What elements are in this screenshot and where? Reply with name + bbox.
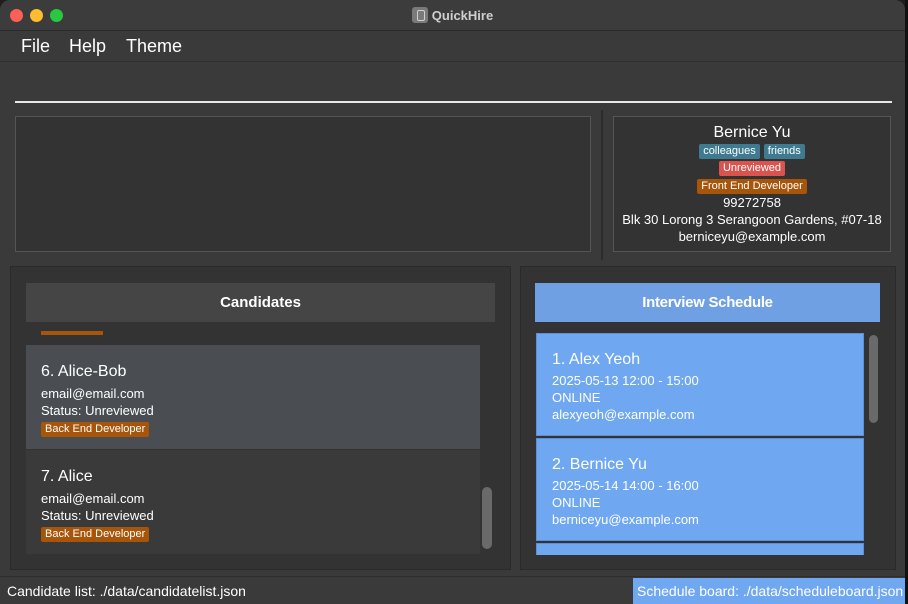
status-badge: Unreviewed — [718, 161, 786, 176]
tag-friends: friends — [763, 144, 805, 159]
schedule-scrollbar[interactable] — [869, 335, 878, 423]
status-bar: Candidate list: ./data/candidatelist.jso… — [0, 576, 905, 604]
detail-status-row: Unreviewed — [614, 160, 890, 176]
previous-job-badge — [41, 331, 103, 335]
schedule-email: alexyeoh@example.com — [552, 407, 695, 422]
result-display — [15, 116, 591, 252]
candidate-name: 7. Alice — [41, 468, 93, 485]
list-item[interactable]: 2. Bernice Yu 2025-05-14 14:00 - 16:00 O… — [536, 438, 864, 541]
tag-colleagues: colleagues — [699, 144, 760, 159]
menu-theme[interactable]: Theme — [126, 36, 182, 57]
candidate-status: Status: Unreviewed — [41, 508, 154, 523]
command-area — [0, 62, 905, 110]
candidate-email: email@email.com — [41, 491, 145, 506]
window-title: QuickHire — [431, 8, 494, 23]
window-title-wrap: QuickHire — [0, 7, 905, 23]
schedule-header: Interview Schedule — [535, 283, 880, 322]
detail-phone: 99272758 — [723, 195, 781, 210]
app-window: QuickHire File Help Theme Bernice Yu col… — [0, 0, 905, 604]
detail-address: Blk 30 Lorong 3 Serangoon Gardens, #07-1… — [622, 212, 882, 227]
candidate-file-path: Candidate list: ./data/candidatelist.jso… — [7, 583, 246, 599]
list-item[interactable]: 6. Alice-Bob email@email.com Status: Unr… — [26, 345, 480, 449]
detail-job-row: Front End Developer — [614, 178, 890, 194]
detail-tags: colleagues friends — [614, 143, 890, 159]
app-icon — [411, 7, 428, 23]
candidate-email: email@email.com — [41, 386, 145, 401]
list-item[interactable]: 7. Alice email@email.com Status: Unrevie… — [26, 450, 480, 554]
candidate-job-badge: Back End Developer — [41, 527, 150, 542]
detail-email: berniceyu@example.com — [678, 229, 826, 244]
candidate-name: 6. Alice-Bob — [41, 363, 127, 380]
job-badge: Front End Developer — [697, 179, 807, 194]
candidate-detail-panel: Bernice Yu colleagues friends Unreviewed … — [613, 116, 891, 252]
split-divider[interactable] — [601, 110, 603, 260]
schedule-name: 1. Alex Yeoh — [552, 351, 641, 368]
detail-name: Bernice Yu — [713, 124, 791, 141]
list-item[interactable] — [536, 543, 864, 555]
schedule-datetime: 2025-05-13 12:00 - 15:00 — [552, 373, 699, 388]
candidate-status: Status: Unreviewed — [41, 403, 154, 418]
schedule-file-path: Schedule board: ./data/scheduleboard.jso… — [633, 578, 905, 604]
menu-bar: File Help Theme — [0, 31, 905, 62]
candidate-scrollbar[interactable] — [482, 487, 492, 549]
schedule-name: 2. Bernice Yu — [552, 456, 647, 473]
list-item[interactable]: 1. Alex Yeoh 2025-05-13 12:00 - 15:00 ON… — [536, 333, 864, 436]
schedule-mode: ONLINE — [552, 390, 601, 405]
candidate-job-badge: Back End Developer — [41, 422, 150, 437]
title-bar: QuickHire — [0, 0, 905, 31]
schedule-panel: Interview Schedule 1. Alex Yeoh 2025-05-… — [520, 266, 896, 570]
schedule-mode: ONLINE — [552, 495, 601, 510]
menu-file[interactable]: File — [21, 36, 50, 57]
candidate-list[interactable]: 6. Alice-Bob email@email.com Status: Unr… — [26, 331, 480, 555]
command-input[interactable] — [15, 62, 892, 103]
schedule-datetime: 2025-05-14 14:00 - 16:00 — [552, 478, 699, 493]
candidates-panel: Candidates 6. Alice-Bob email@email.com … — [10, 266, 511, 570]
schedule-email: berniceyu@example.com — [552, 512, 699, 527]
schedule-list[interactable]: 1. Alex Yeoh 2025-05-13 12:00 - 15:00 ON… — [535, 331, 865, 555]
candidates-header: Candidates — [26, 283, 495, 322]
menu-help[interactable]: Help — [69, 36, 106, 57]
